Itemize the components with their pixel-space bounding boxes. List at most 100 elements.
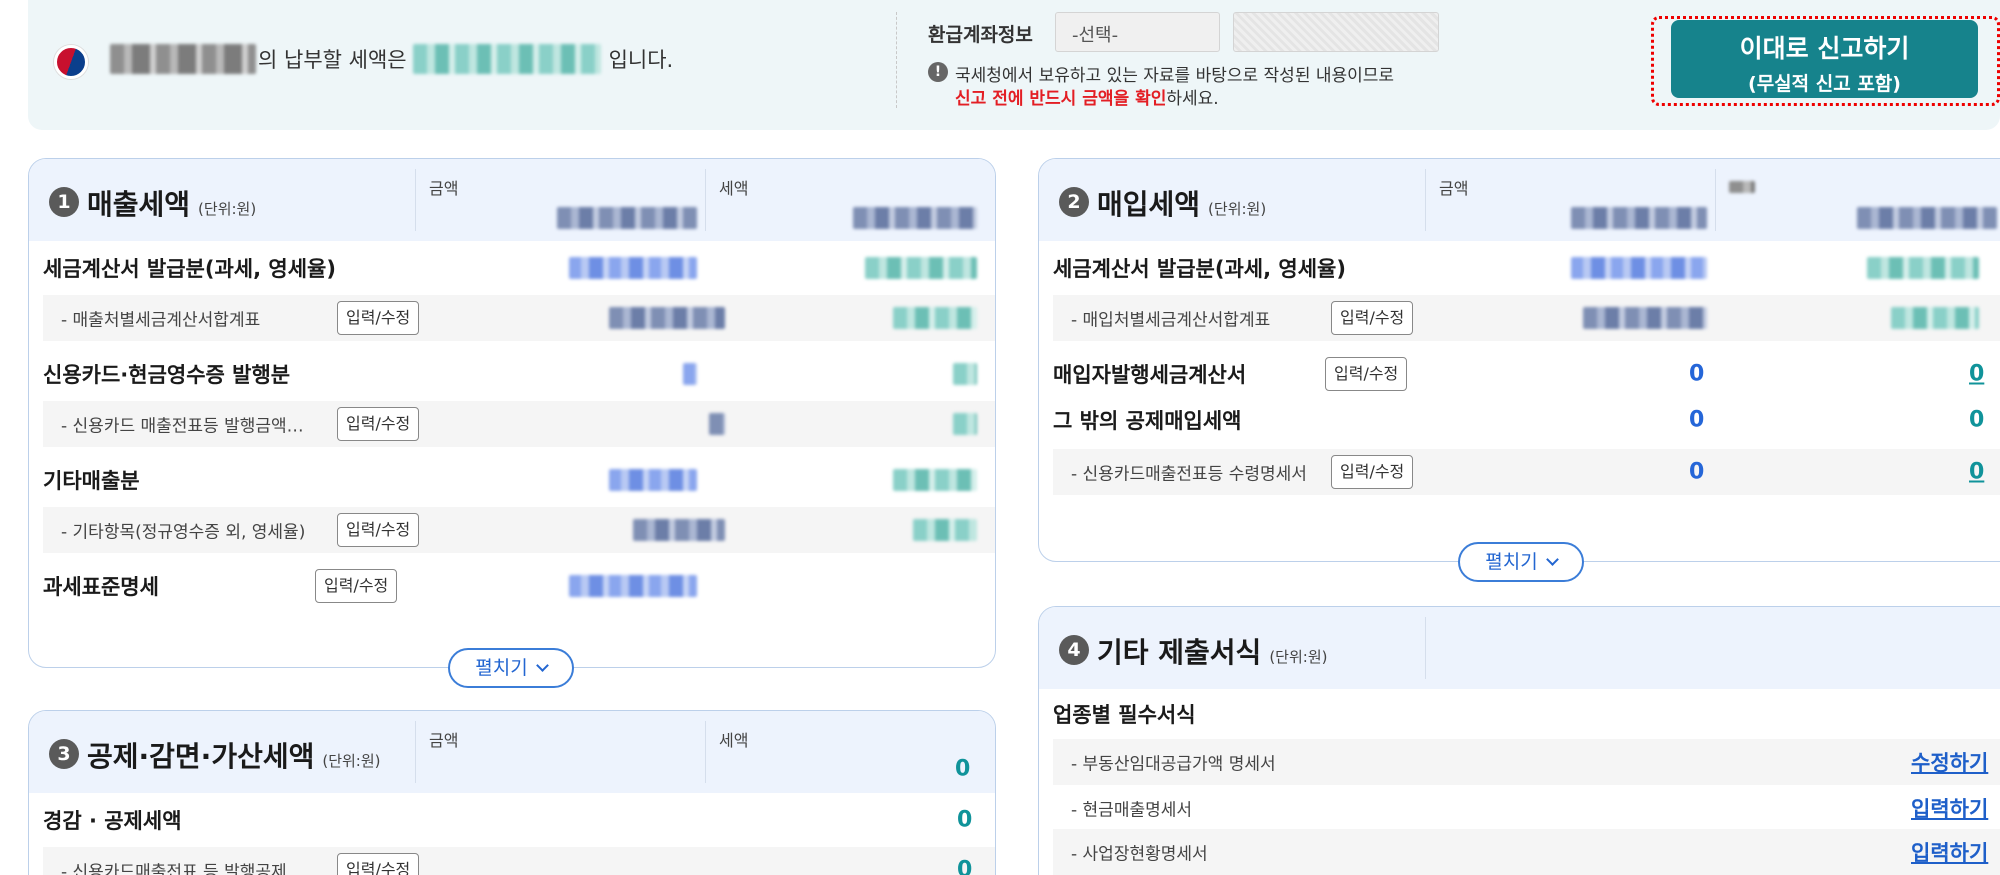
redacted-total-amount — [1571, 207, 1707, 229]
tax-column-label: 세액 — [719, 179, 749, 198]
card-title: 공제·감면·가산세액 (단위:원) — [87, 735, 381, 775]
card-title: 매입세액 (단위:원) — [1097, 183, 1266, 223]
government-emblem-icon — [54, 45, 88, 79]
section-number-badge: 2 — [1059, 187, 1089, 217]
redacted-total-tax — [1857, 207, 1997, 229]
redacted-name — [110, 44, 256, 74]
tax-column-label: 세액 — [719, 731, 749, 750]
header-divider — [705, 721, 706, 783]
amount-column-label: 금액 — [429, 731, 459, 750]
notice-warning: 신고 전에 반드시 금액을 확인 — [955, 89, 1167, 109]
banner-divider — [896, 12, 897, 108]
edit-button[interactable]: 입력/수정 — [337, 513, 420, 547]
other-forms-card: 4 기타 제출서식 (단위:원) 업종별 필수서식 - 부동산임대공급가액 명세서… — [1038, 606, 2000, 875]
edit-button[interactable]: 입력/수정 — [1325, 357, 1408, 391]
table-row: - 매입처별세금계산서합계표 입력/수정 — [1053, 295, 2000, 341]
table-row: 매입자발행세금계산서 입력/수정 0 0 — [1039, 351, 2000, 397]
deduction-tax-card: 3 공제·감면·가산세액 (단위:원) 금액 세액 0 경감 · 공제세액 0 -… — [28, 710, 996, 875]
file-button-label: 이대로 신고하기 — [1739, 34, 1910, 63]
file-button-sublabel: (무실적 신고 포함) — [1748, 73, 1901, 95]
redacted-tax — [893, 307, 977, 329]
input-form-link[interactable]: 입력하기 — [1911, 837, 1988, 867]
notice-text-2: 신고 전에 반드시 금액을 확인하세요. — [955, 84, 1219, 109]
tax-value-link[interactable]: 0 — [1969, 362, 1984, 387]
header-divider — [415, 169, 416, 231]
amount-column-label: 금액 — [1439, 179, 1469, 198]
table-row: 과세표준명세 입력/수정 — [29, 563, 995, 609]
redacted-amount — [569, 257, 697, 279]
table-row: 세금계산서 발급분(과세, 영세율) — [29, 245, 995, 291]
sales-tax-card: 1 매출세액 (단위:원) 금액 세액 세금계산서 발급분(과세, 영세율) - … — [28, 158, 996, 668]
section-number-badge: 3 — [49, 739, 79, 769]
card-title: 매출세액 (단위:원) — [87, 183, 256, 223]
table-row: - 신용카드매출전표등 수령명세서 입력/수정 0 0 — [1053, 449, 2000, 495]
edit-button[interactable]: 입력/수정 — [337, 853, 420, 875]
expand-label: 펼치기 — [475, 657, 528, 679]
redacted-amount — [609, 307, 725, 329]
card-title-text: 매출세액 — [87, 188, 191, 221]
table-row: 기타매출분 — [29, 457, 995, 503]
form-name: - 사업장현황명세서 — [1071, 844, 1208, 865]
list-item: - 부동산임대공급가액 명세서 수정하기 — [1053, 739, 2000, 785]
edit-form-link[interactable]: 수정하기 — [1911, 747, 1988, 777]
redacted-amount — [1571, 257, 1707, 279]
refund-bank-select[interactable]: -선택- — [1055, 12, 1220, 52]
unit-label: (단위:원) — [1208, 200, 1267, 218]
redacted-tax — [953, 413, 977, 435]
sentence-end: 입니다. — [608, 48, 674, 72]
unit-label: (단위:원) — [1269, 648, 1328, 666]
tax-value: 0 — [1969, 407, 1985, 433]
card-title-text: 공제·감면·가산세액 — [87, 740, 315, 773]
row-label: - 신용카드 매출전표등 발행금액… — [61, 416, 304, 437]
edit-button[interactable]: 입력/수정 — [337, 301, 420, 335]
expand-button[interactable]: 펼치기 — [448, 648, 574, 688]
row-label: 그 밖의 공제매입세액 — [1053, 409, 1242, 433]
table-row: - 신용카드매출전표 등 발행공제 입력/수정 0 — [43, 847, 995, 875]
redacted-amount — [683, 363, 697, 385]
header-divider — [1425, 617, 1426, 679]
redacted-amount — [709, 413, 725, 435]
amount-value: 0 — [1689, 459, 1705, 485]
amount-column-label: 금액 — [429, 179, 459, 198]
expand-button[interactable]: 펼치기 — [1458, 542, 1584, 582]
header-divider — [1425, 169, 1426, 231]
table-row: 신용카드·현금영수증 발행분 — [29, 351, 995, 397]
total-tax-value: 0 — [955, 756, 971, 782]
edit-button[interactable]: 입력/수정 — [315, 569, 398, 603]
amount-value: 0 — [1689, 361, 1705, 387]
row-label: - 신용카드매출전표등 수령명세서 — [1071, 464, 1307, 485]
notice-tail: 하세요. — [1166, 89, 1219, 109]
alert-icon: ! — [928, 62, 948, 82]
row-label: 경감 · 공제세액 — [43, 809, 182, 833]
row-label: - 매입처별세금계산서합계표 — [1071, 310, 1271, 331]
unit-label: (단위:원) — [198, 200, 257, 218]
tax-value-link[interactable]: 0 — [1969, 460, 1984, 485]
row-label: - 기타항목(정규영수증 외, 영세율) — [61, 522, 306, 543]
purchase-tax-card: 2 매입세액 (단위:원) 금액 세금계산서 발급분(과세, 영세율) - 매입처… — [1038, 158, 2000, 562]
redacted-tax — [893, 469, 977, 491]
redacted-amount — [569, 575, 697, 597]
redacted-tax — [865, 257, 977, 279]
redacted-amount — [609, 469, 697, 491]
input-form-link[interactable]: 입력하기 — [1911, 793, 1988, 823]
card-title-text: 기타 제출서식 — [1097, 636, 1262, 669]
redacted-tax — [1891, 307, 1979, 329]
unit-label: (단위:원) — [322, 752, 381, 770]
edit-button[interactable]: 입력/수정 — [337, 407, 420, 441]
file-return-button[interactable]: 이대로 신고하기 (무실적 신고 포함) — [1671, 20, 1978, 98]
tax-value: 0 — [957, 807, 973, 833]
list-item: - 현금매출명세서 입력하기 — [1053, 785, 2000, 831]
edit-button[interactable]: 입력/수정 — [1331, 301, 1414, 335]
list-item: - 사업장현황명세서 입력하기 — [1053, 829, 2000, 875]
notice-text: 국세청에서 보유하고 있는 자료를 바탕으로 작성된 내용이므로 — [955, 66, 1395, 86]
section-label-row: 업종별 필수서식 — [1039, 691, 2000, 737]
edit-button[interactable]: 입력/수정 — [1331, 455, 1414, 489]
section-label: 업종별 필수서식 — [1053, 703, 1196, 727]
table-row: 세금계산서 발급분(과세, 영세율) — [1039, 245, 2000, 291]
header-divider — [705, 169, 706, 231]
table-row: - 기타항목(정규영수증 외, 영세율) 입력/수정 — [43, 507, 995, 553]
refund-account-input[interactable] — [1233, 12, 1439, 52]
table-row: - 매출처별세금계산서합계표 입력/수정 — [43, 295, 995, 341]
redacted-total-amount — [557, 207, 697, 229]
sentence-middle: 의 납부할 세액은 — [258, 48, 407, 72]
